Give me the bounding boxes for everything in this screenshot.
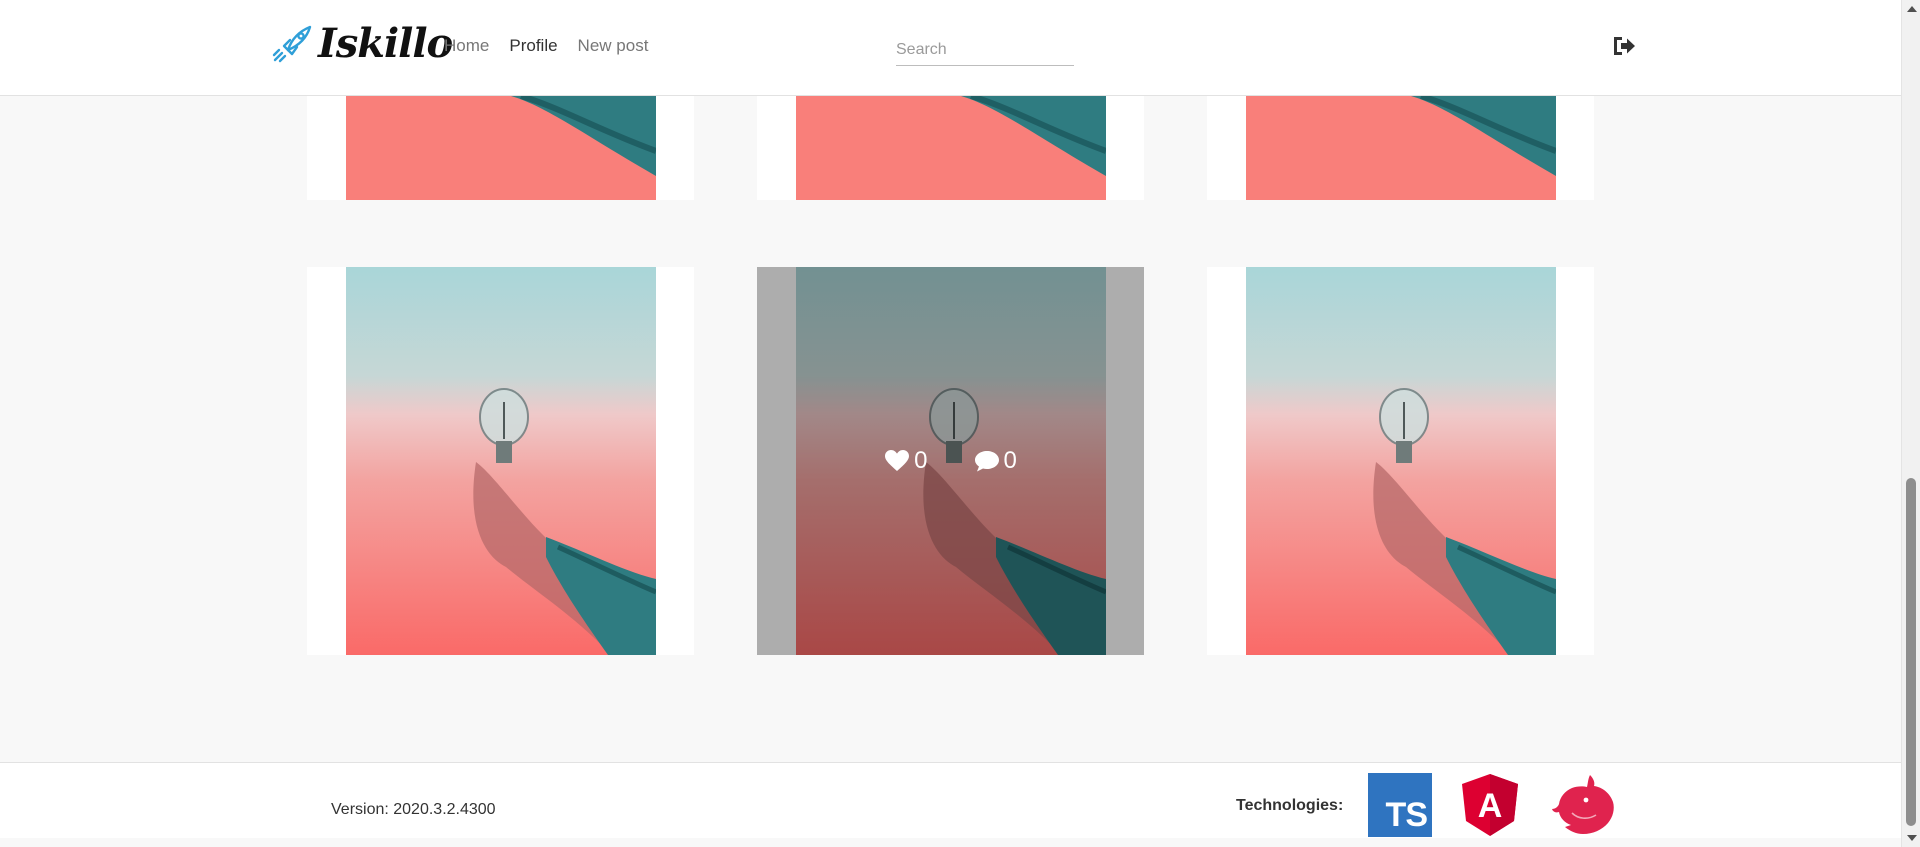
top-navbar: Iskillo Home Profile New post [0,0,1901,96]
version-text: Version: 2020.3.2.4300 [331,801,496,818]
comment-icon [974,451,999,472]
nav-new-post[interactable]: New post [578,36,649,56]
typescript-logo: TS [1368,773,1432,837]
nav-profile[interactable]: Profile [509,36,557,56]
nestjs-logo [1552,775,1614,834]
typescript-logo-text: TS [1385,796,1428,834]
post-stats: 0 0 [757,447,1144,475]
page-scrollbar[interactable] [1901,0,1920,847]
post-image [1246,267,1556,655]
likes-count: 0 [914,447,928,474]
post-card[interactable] [1207,267,1594,655]
main-nav: Home Profile New post [444,36,648,56]
post-card-hovered[interactable]: 0 0 [757,267,1144,655]
post-card[interactable] [307,267,694,655]
comments-stat[interactable]: 0 [974,447,1017,475]
post-image [796,96,1106,200]
comments-count: 0 [1003,447,1017,474]
post-image [1246,96,1556,200]
likes-stat[interactable]: 0 [884,447,928,475]
scrollbar-thumb[interactable] [1906,478,1916,826]
post-card[interactable] [1207,96,1594,200]
scroll-up-icon[interactable] [1907,6,1917,12]
scroll-down-icon[interactable] [1907,835,1917,841]
post-card[interactable] [307,96,694,200]
logo-text: Iskillo [318,20,453,67]
angular-logo-letter: A [1478,787,1503,825]
post-card[interactable] [757,96,1144,200]
technologies-label: Technologies: [1236,797,1344,814]
post-image [346,96,656,200]
angular-logo: A [1462,774,1518,836]
search-input[interactable] [896,34,1074,66]
heart-icon [885,450,910,471]
page-footer: Version: 2020.3.2.4300 Technologies: TS … [0,762,1901,838]
post-image [346,267,656,655]
app-logo[interactable]: Iskillo [270,20,453,67]
rocket-icon [272,25,312,63]
nav-home[interactable]: Home [444,36,489,56]
sign-out-icon[interactable] [1611,34,1637,58]
